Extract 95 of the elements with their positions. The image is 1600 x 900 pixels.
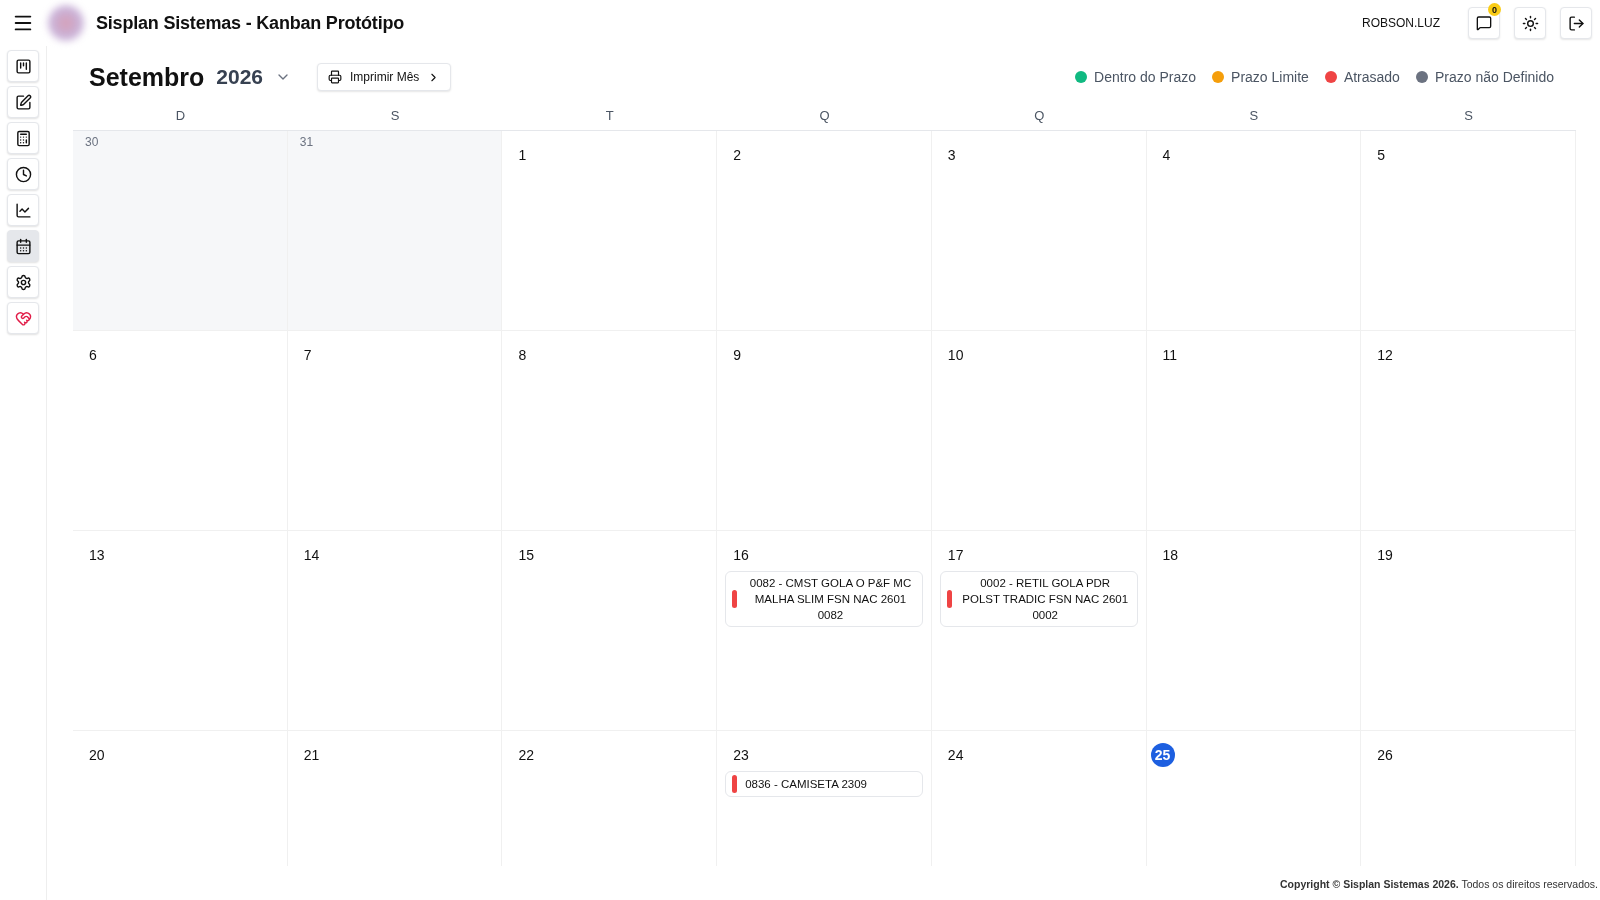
day-number: 24 bbox=[947, 747, 964, 763]
weekday-header: S bbox=[1248, 108, 1260, 125]
weekday-header: T bbox=[604, 108, 615, 125]
month-title: Setembro bbox=[89, 62, 205, 92]
weekday-header: S bbox=[389, 108, 401, 125]
day-number: 17 bbox=[947, 547, 964, 563]
sidebar-button[interactable] bbox=[7, 50, 39, 82]
heart-handshake-icon bbox=[14, 309, 32, 327]
day-cell[interactable]: 1 bbox=[502, 131, 718, 331]
legend-label: Prazo não Definido bbox=[1434, 69, 1554, 85]
day-number: 10 bbox=[947, 347, 964, 363]
day-cell[interactable]: 30 bbox=[73, 131, 288, 331]
day-cell[interactable]: 4 bbox=[1146, 131, 1362, 331]
day-cell[interactable]: 12 bbox=[1361, 331, 1576, 531]
day-number: 1 bbox=[518, 147, 527, 163]
day-cell[interactable]: 17 0002 - RETIL GOLA PDR POLST TRADIC FSN NAC 2601 0002 bbox=[931, 531, 1147, 731]
sidebar-button[interactable] bbox=[7, 158, 39, 190]
day-cell[interactable]: 5 bbox=[1361, 131, 1576, 331]
event-card[interactable]: 0082 - CMST GOLA O P&F MC MALHA SLIM FSN NAC 2601 0082 bbox=[725, 571, 923, 627]
calculator-icon bbox=[14, 129, 32, 147]
day-number: 31 bbox=[299, 135, 314, 149]
day-cell[interactable]: 6 bbox=[73, 331, 288, 531]
logout-icon bbox=[1567, 14, 1585, 32]
settings-icon bbox=[14, 273, 32, 291]
day-number: 3 bbox=[947, 147, 956, 163]
day-cell[interactable]: 11 bbox=[1146, 331, 1362, 531]
sun-icon bbox=[1521, 14, 1539, 32]
day-number: 13 bbox=[89, 547, 105, 563]
day-number: 21 bbox=[303, 747, 320, 763]
day-number: 30 bbox=[85, 135, 99, 149]
sidebar-button[interactable] bbox=[7, 122, 39, 154]
day-number: 14 bbox=[303, 547, 320, 563]
day-cell[interactable]: 8 bbox=[502, 331, 718, 531]
legend-label: Prazo Limite bbox=[1231, 69, 1309, 85]
day-cell[interactable]: 2 bbox=[717, 131, 932, 331]
day-number: 22 bbox=[518, 747, 534, 763]
event-card[interactable]: 0836 - CAMISETA 2309 bbox=[725, 771, 923, 797]
day-number: 25 bbox=[1150, 743, 1175, 767]
copyright-text: Copyright © Sisplan Sistemas 2026. Todos os direitos reservados. bbox=[1280, 878, 1598, 890]
day-number: 18 bbox=[1162, 547, 1179, 563]
sidebar-button[interactable] bbox=[7, 266, 39, 298]
legend-label: Atrasado bbox=[1343, 69, 1400, 85]
day-number: 16 bbox=[733, 547, 749, 563]
day-number: 19 bbox=[1377, 547, 1393, 563]
day-number: 9 bbox=[733, 347, 741, 363]
day-cell[interactable]: 31 bbox=[287, 131, 503, 331]
sidebar-button[interactable] bbox=[7, 194, 39, 226]
sidebar-button[interactable] bbox=[7, 86, 39, 118]
day-number: 4 bbox=[1162, 147, 1171, 163]
line-chart-icon bbox=[14, 201, 32, 219]
calendar-icon bbox=[14, 237, 32, 255]
day-number: 2 bbox=[733, 147, 741, 163]
event-title: 0836 - CAMISETA 2309 bbox=[745, 777, 869, 792]
edit-icon bbox=[14, 93, 32, 111]
clock-icon bbox=[14, 165, 32, 183]
user-name: ROBSON.LUZ bbox=[1362, 16, 1440, 30]
day-number: 11 bbox=[1162, 347, 1178, 363]
event-card[interactable]: 0002 - RETIL GOLA PDR POLST TRADIC FSN NAC 2601 0002 bbox=[939, 571, 1138, 627]
day-cell[interactable]: 18 bbox=[1146, 531, 1362, 731]
day-number: 8 bbox=[518, 347, 527, 363]
year-label: 2026 bbox=[216, 65, 264, 89]
logo-icon bbox=[46, 3, 86, 43]
sidebar-button[interactable] bbox=[7, 230, 39, 262]
day-cell[interactable]: 9 bbox=[717, 331, 932, 531]
weekday-header: S bbox=[1463, 108, 1474, 125]
day-cell[interactable]: 16 0082 - CMST GOLA O P&F MC MALHA SLIM FSN NAC 2601 0082 bbox=[717, 531, 932, 731]
message-icon bbox=[1476, 15, 1492, 31]
day-number: 12 bbox=[1377, 347, 1393, 363]
day-cell[interactable]: 15 bbox=[502, 531, 718, 731]
day-cell[interactable]: 13 bbox=[73, 531, 288, 731]
logout-button[interactable] bbox=[1560, 7, 1592, 39]
weekday-header: Q bbox=[1033, 108, 1046, 125]
app-title: Sisplan Sistemas - Kanban Protótipo bbox=[96, 12, 406, 34]
print-month-button[interactable]: Imprimir Mês bbox=[317, 63, 452, 91]
day-cell[interactable]: 14 bbox=[287, 531, 503, 731]
notification-badge: 0 bbox=[1488, 3, 1501, 16]
day-cell[interactable]: 7 bbox=[287, 331, 503, 531]
legend-label: Dentro do Prazo bbox=[1094, 69, 1197, 85]
day-number: 15 bbox=[518, 547, 534, 563]
theme-button[interactable] bbox=[1514, 7, 1546, 39]
day-number: 20 bbox=[89, 747, 105, 763]
day-number: 6 bbox=[89, 347, 97, 363]
printer-icon bbox=[328, 70, 343, 84]
day-cell[interactable]: 3 bbox=[931, 131, 1147, 331]
weekday-header: D bbox=[174, 108, 187, 125]
day-number: 26 bbox=[1377, 747, 1393, 763]
day-cell[interactable]: 19 bbox=[1361, 531, 1576, 731]
day-cell[interactable]: 10 bbox=[931, 331, 1147, 531]
day-number: 7 bbox=[303, 347, 312, 363]
weekday-header: Q bbox=[818, 108, 831, 125]
event-title: 0002 - RETIL GOLA PDR POLST TRADIC FSN NAC 2601 0002 bbox=[961, 576, 1130, 623]
day-number: 5 bbox=[1377, 147, 1386, 163]
event-title: 0082 - CMST GOLA O P&F MC MALHA SLIM FSN NAC 2601 0082 bbox=[748, 576, 913, 623]
day-number: 23 bbox=[733, 747, 749, 763]
kanban-icon bbox=[14, 57, 32, 75]
